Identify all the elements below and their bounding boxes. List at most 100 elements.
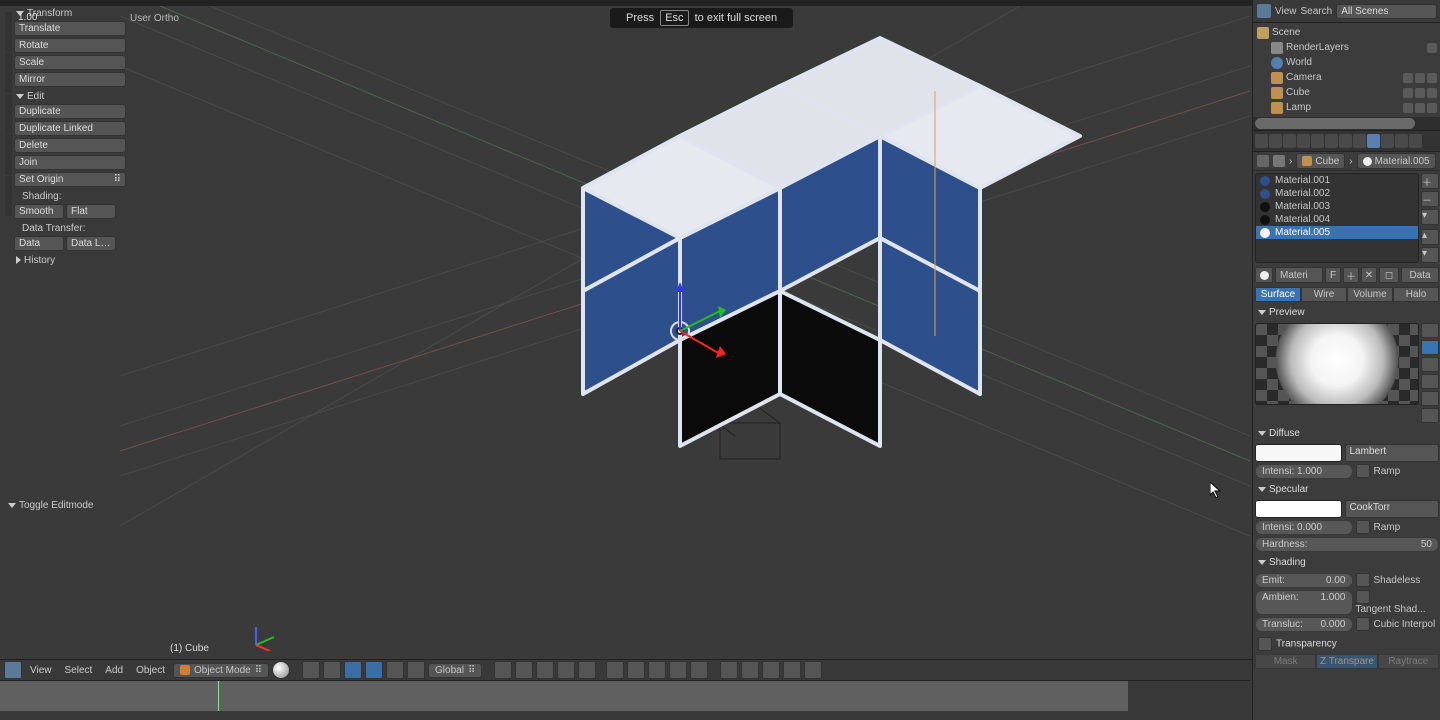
layer-button[interactable] xyxy=(536,661,554,679)
mirror-button[interactable]: Mirror xyxy=(14,72,126,87)
material-link-selector[interactable]: Data xyxy=(1401,267,1439,283)
specular-intensity-field[interactable]: Intensi: 0.000 xyxy=(1255,520,1353,535)
pivot-selector[interactable] xyxy=(302,661,320,679)
shade-flat-button[interactable]: Flat xyxy=(66,204,116,219)
pivot-individual-icon[interactable] xyxy=(323,661,341,679)
shade-smooth-button[interactable]: Smooth xyxy=(14,204,64,219)
outliner-search-menu[interactable]: Search xyxy=(1301,6,1333,17)
breadcrumb-material[interactable]: Material.005 xyxy=(1357,153,1436,169)
world-tab-icon[interactable] xyxy=(1297,134,1310,148)
ambient-field[interactable]: Ambien:1.000 xyxy=(1255,590,1353,615)
tangent-shading-checkbox[interactable] xyxy=(1356,590,1370,604)
layer-button[interactable] xyxy=(557,661,575,679)
proportional-editing-icon[interactable] xyxy=(741,661,759,679)
preview-panel-header[interactable]: Preview xyxy=(1253,304,1440,321)
diffuse-shader-dropdown[interactable]: Lambert xyxy=(1345,444,1440,462)
material-browse-button[interactable] xyxy=(1255,267,1273,283)
outliner-scrollbar[interactable] xyxy=(1253,117,1440,130)
outliner-cube[interactable]: Cube xyxy=(1286,87,1403,98)
material-new-button[interactable]: ＋ xyxy=(1343,267,1359,283)
transparency-ztransp-tab[interactable]: Z Transpare xyxy=(1316,654,1377,669)
timeline[interactable] xyxy=(0,680,1250,720)
diffuse-panel-header[interactable]: Diffuse xyxy=(1253,425,1440,442)
preview-flat-icon[interactable] xyxy=(1421,323,1439,338)
layer-button[interactable] xyxy=(494,661,512,679)
shading-solid-icon[interactable] xyxy=(272,661,290,679)
diffuse-intensity-field[interactable]: Intensi: 1.000 xyxy=(1255,464,1353,479)
preview-hair-icon[interactable] xyxy=(1421,391,1439,406)
last-operator-panel[interactable]: Toggle Editmode xyxy=(8,500,94,511)
transparency-mask-tab[interactable]: Mask xyxy=(1255,654,1316,669)
material-nodes-button[interactable]: ◻ xyxy=(1379,267,1399,283)
outliner-world[interactable]: World xyxy=(1286,57,1437,68)
outliner-view-menu[interactable]: View xyxy=(1275,6,1297,17)
preview-monkey-icon[interactable] xyxy=(1421,374,1439,389)
material-unlink-button[interactable]: ✕ xyxy=(1361,267,1377,283)
layer-button[interactable] xyxy=(627,661,645,679)
preview-cube-icon[interactable] xyxy=(1421,357,1439,372)
specular-shader-dropdown[interactable]: CookTorr xyxy=(1345,500,1440,518)
outliner-scene[interactable]: Scene xyxy=(1272,27,1437,38)
transparency-enable-checkbox[interactable] xyxy=(1258,637,1272,651)
data-transfer-button[interactable]: Data xyxy=(14,236,64,251)
material-slot-specials-button[interactable]: ▾ xyxy=(1421,209,1439,225)
join-button[interactable]: Join xyxy=(14,155,126,170)
physics-tab-icon[interactable] xyxy=(1409,134,1422,148)
snap-element-icon[interactable] xyxy=(783,661,801,679)
layer-button[interactable] xyxy=(690,661,708,679)
data-tab-icon[interactable] xyxy=(1353,134,1366,148)
diffuse-ramp-checkbox[interactable] xyxy=(1356,464,1370,478)
3d-viewport[interactable] xyxy=(120,6,1250,656)
select-menu[interactable]: Select xyxy=(60,665,98,676)
layer-button[interactable] xyxy=(648,661,666,679)
outliner-tree[interactable]: Scene RenderLayers World Camera Cube Lam… xyxy=(1253,23,1440,117)
outliner-camera[interactable]: Camera xyxy=(1286,72,1403,83)
outliner-renderlayers[interactable]: RenderLayers xyxy=(1286,42,1427,53)
pin-icon[interactable] xyxy=(1257,155,1269,167)
manipulator-rotate-icon[interactable] xyxy=(386,661,404,679)
material-fake-user-button[interactable]: F xyxy=(1325,267,1341,283)
material-slot-add-button[interactable]: ＋ xyxy=(1421,173,1439,189)
history-panel-header[interactable]: History xyxy=(14,253,116,268)
duplicate-linked-button[interactable]: Duplicate Linked xyxy=(14,121,126,136)
add-menu[interactable]: Add xyxy=(100,665,128,676)
data-layout-button[interactable]: Data Layo xyxy=(66,236,116,251)
material-slot[interactable]: Material.002 xyxy=(1256,187,1418,200)
edit-panel-header[interactable]: Edit xyxy=(14,89,116,104)
material-slot-remove-button[interactable]: － xyxy=(1421,191,1439,207)
manipulator-translate-icon[interactable] xyxy=(365,661,383,679)
preview-world-icon[interactable] xyxy=(1421,408,1439,423)
editor-type-selector[interactable] xyxy=(1257,4,1271,18)
preview-sphere-icon[interactable] xyxy=(1421,340,1439,355)
shadeless-checkbox[interactable] xyxy=(1356,573,1370,587)
transparency-raytrace-tab[interactable]: Raytrace xyxy=(1378,654,1439,669)
snap-toggle-icon[interactable] xyxy=(762,661,780,679)
translucency-field[interactable]: Transluc:0.000 xyxy=(1255,617,1353,632)
material-slot[interactable]: Material.004 xyxy=(1256,213,1418,226)
manipulator-scale-icon[interactable] xyxy=(407,661,425,679)
constraints-tab-icon[interactable] xyxy=(1325,134,1338,148)
rotate-button[interactable]: Rotate xyxy=(14,38,126,53)
wire-tab[interactable]: Wire xyxy=(1301,287,1347,302)
material-slot[interactable]: Material.003 xyxy=(1256,200,1418,213)
render-tab-icon[interactable] xyxy=(1255,134,1268,148)
material-slot[interactable]: Material.005 xyxy=(1256,226,1418,239)
breadcrumb-object[interactable]: Cube xyxy=(1296,153,1345,169)
halo-tab[interactable]: Halo xyxy=(1393,287,1439,302)
hardness-field[interactable]: Hardness:50 xyxy=(1255,537,1439,552)
set-origin-dropdown[interactable]: Set Origin⠿ xyxy=(14,172,126,187)
scene-tab-icon[interactable] xyxy=(1283,134,1296,148)
surface-tab[interactable]: Surface xyxy=(1255,287,1301,302)
layer-button[interactable] xyxy=(578,661,596,679)
view-menu[interactable]: View xyxy=(25,665,57,676)
renderlayers-tab-icon[interactable] xyxy=(1269,134,1282,148)
modifiers-tab-icon[interactable] xyxy=(1339,134,1352,148)
object-tab-icon[interactable] xyxy=(1311,134,1324,148)
outliner-lamp[interactable]: Lamp xyxy=(1286,102,1403,113)
lock-camera-icon[interactable] xyxy=(720,661,738,679)
editor-type-selector[interactable] xyxy=(4,661,22,679)
scale-button[interactable]: Scale xyxy=(14,55,126,70)
material-slot-list[interactable]: Material.001Material.002Material.003Mate… xyxy=(1255,173,1419,263)
specular-ramp-checkbox[interactable] xyxy=(1356,520,1370,534)
material-slot-move-up-button[interactable]: ▴ xyxy=(1421,229,1439,245)
